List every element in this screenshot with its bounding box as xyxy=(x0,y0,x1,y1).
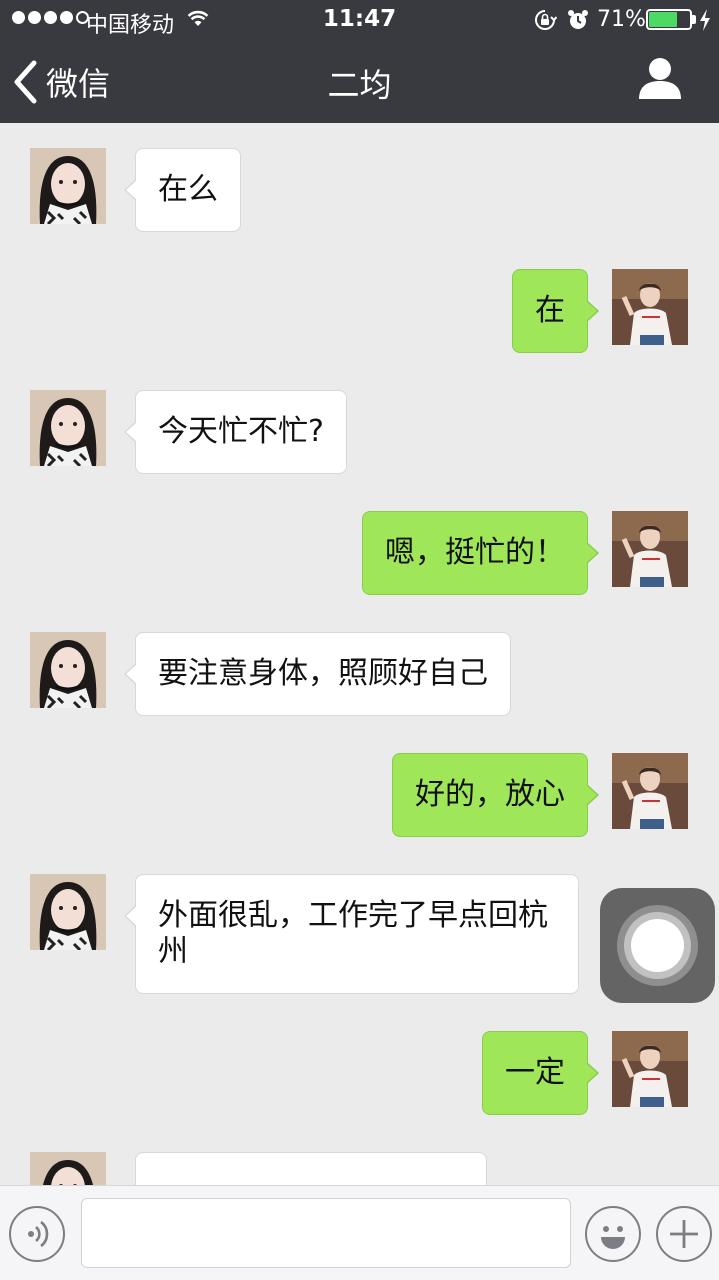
avatar-photo xyxy=(30,390,106,466)
plus-button[interactable] xyxy=(656,1206,712,1262)
emoji-button[interactable] xyxy=(585,1206,641,1262)
emoji-icon xyxy=(601,1226,625,1249)
nav-bar: 微信 二均 xyxy=(0,40,719,123)
avatar-photo xyxy=(612,511,688,587)
chat-title: 二均 xyxy=(327,66,392,104)
rotation-lock-icon xyxy=(535,10,557,30)
avatar-photo xyxy=(612,753,688,829)
incoming-message[interactable]: 外面很乱，工作完了早点回杭州 xyxy=(124,874,579,994)
plus-icon xyxy=(670,1220,698,1248)
incoming-message[interactable]: 要注意身体，照顾好自己 xyxy=(124,632,511,716)
voice-icon xyxy=(28,1220,49,1248)
incoming-message[interactable]: 在么 xyxy=(124,148,241,232)
person-icon[interactable] xyxy=(636,54,684,102)
contact-avatar[interactable] xyxy=(30,1152,106,1185)
chat-area[interactable]: 在么 在 今天忙不忙? 嗯，挺忙的！ 要注意身体，照顾好自己 好的，放心 外面很… xyxy=(0,123,719,1185)
assistive-touch-button[interactable] xyxy=(600,888,715,1003)
avatar-photo xyxy=(612,1031,688,1107)
contact-avatar[interactable] xyxy=(30,390,106,466)
my-avatar[interactable] xyxy=(612,269,688,345)
outgoing-message[interactable]: 好的，放心 xyxy=(392,753,599,837)
my-avatar[interactable] xyxy=(612,753,688,829)
charging-bolt-icon xyxy=(700,9,710,31)
avatar-photo xyxy=(30,874,106,950)
battery-percent: 71% xyxy=(597,7,646,32)
my-avatar[interactable] xyxy=(612,511,688,587)
alarm-icon xyxy=(568,10,588,29)
status-bar: 中国移动 11:47 71% xyxy=(0,0,719,40)
outgoing-message[interactable]: 一定 xyxy=(482,1031,599,1115)
avatar-photo xyxy=(30,148,106,224)
avatar-photo xyxy=(612,269,688,345)
incoming-message-partial[interactable] xyxy=(124,1152,487,1185)
input-bar xyxy=(0,1185,719,1280)
top-bar: 中国移动 11:47 71% 微信 二均 xyxy=(0,0,719,123)
my-avatar[interactable] xyxy=(612,1031,688,1107)
voice-button[interactable] xyxy=(9,1206,65,1262)
outgoing-message[interactable]: 嗯，挺忙的！ xyxy=(362,511,599,595)
contact-avatar[interactable] xyxy=(30,632,106,708)
contact-avatar[interactable] xyxy=(30,148,106,224)
message-input[interactable] xyxy=(81,1198,571,1268)
battery-icon xyxy=(646,9,692,30)
avatar-photo xyxy=(30,632,106,708)
outgoing-message[interactable]: 在 xyxy=(512,269,599,353)
battery-tip xyxy=(692,15,696,24)
incoming-message[interactable]: 今天忙不忙? xyxy=(124,390,347,474)
avatar-photo xyxy=(30,1152,106,1185)
contact-avatar[interactable] xyxy=(30,874,106,950)
